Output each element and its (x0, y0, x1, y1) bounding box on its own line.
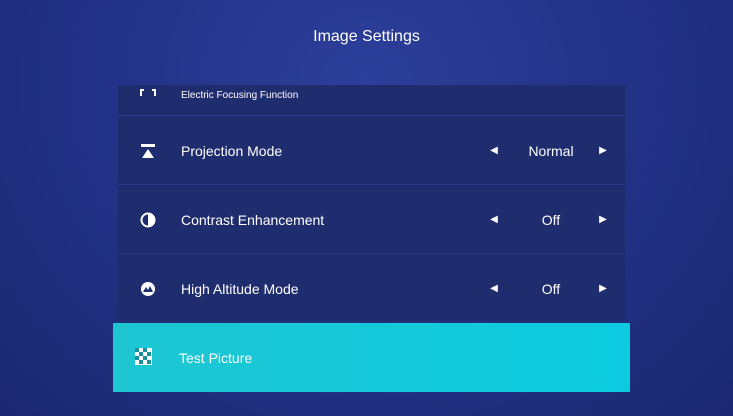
menu-item-label: Test Picture (179, 350, 253, 366)
menu-item-label: Contrast Enhancement (181, 212, 325, 228)
menu-item-label: High Altitude Mode (181, 281, 299, 297)
menu-item-projection-mode[interactable]: Projection Mode ◀ Normal ▶ (118, 116, 625, 184)
arrow-left-icon[interactable]: ◀ (489, 214, 499, 225)
arrow-right-icon[interactable]: ▶ (598, 283, 608, 294)
menu-item-value: Off (541, 281, 561, 297)
arrow-left-icon[interactable]: ◀ (489, 283, 499, 294)
menu-item-label: Projection Mode (181, 143, 283, 159)
menu-item-high-altitude-mode[interactable]: High Altitude Mode ◀ Off ▶ (118, 254, 625, 322)
menu-item-label: Electric Focusing Function (181, 90, 299, 101)
focus-bracket-icon (140, 85, 156, 99)
menu-item-electric-focusing[interactable]: Electric Focusing Function (118, 85, 625, 115)
checkerboard-icon (135, 348, 152, 365)
mountain-icon (140, 281, 156, 297)
page-title: Image Settings (313, 28, 420, 45)
arrow-left-icon[interactable]: ◀ (489, 145, 499, 156)
projection-icon (140, 143, 156, 159)
menu-item-test-picture[interactable]: Test Picture (113, 323, 630, 392)
menu-item-contrast-enhancement[interactable]: Contrast Enhancement ◀ Off ▶ (118, 185, 625, 253)
menu-item-value: Off (541, 212, 561, 228)
arrow-right-icon[interactable]: ▶ (598, 214, 608, 225)
contrast-icon (140, 212, 156, 228)
arrow-right-icon[interactable]: ▶ (598, 145, 608, 156)
menu-item-value: Normal (528, 143, 574, 159)
